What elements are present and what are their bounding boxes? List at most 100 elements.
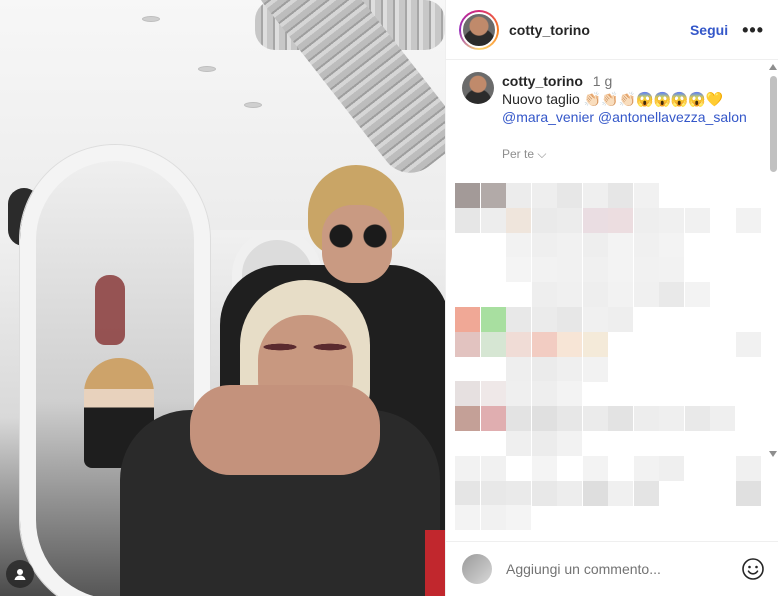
mention-link[interactable]: @antonellavezza_salon: [598, 109, 747, 125]
pixel-block: [684, 282, 710, 308]
pixel-block: [506, 307, 531, 332]
ceiling-light: [198, 66, 216, 72]
pixel-block: [582, 406, 608, 432]
pixel-block: [455, 505, 480, 531]
follow-button[interactable]: Segui: [690, 22, 728, 38]
pixel-block: [684, 406, 710, 432]
pixel-block: [557, 431, 582, 456]
pixel-block: [582, 232, 608, 258]
pixel-block: [531, 431, 557, 456]
pixel-block: [735, 331, 761, 357]
pixel-block: [633, 257, 659, 283]
pixel-block: [531, 232, 557, 258]
more-options-icon[interactable]: •••: [742, 21, 764, 39]
pixel-block: [480, 183, 506, 208]
pixel-block: [506, 331, 531, 357]
user-avatar: [462, 554, 492, 584]
client-figure: [120, 280, 440, 596]
pixel-block: [531, 257, 557, 283]
pixel-block: [633, 207, 659, 233]
pixel-block: [582, 356, 608, 382]
caption-avatar[interactable]: [462, 72, 494, 104]
pixel-block: [506, 207, 531, 233]
comments-section: cotty_torino 1 g Nuovo taglio 👏🏻👏🏻👏🏻😱😱😱😱…: [446, 61, 778, 551]
scroll-up-arrow-icon[interactable]: [769, 64, 777, 70]
pixel-block: [455, 480, 480, 506]
author-username[interactable]: cotty_torino: [509, 22, 590, 38]
pixel-block: [735, 480, 761, 506]
pixel-block: [531, 282, 557, 308]
pixel-block: [608, 257, 633, 283]
pixel-block: [506, 431, 531, 456]
pixel-block: [608, 183, 633, 208]
pixel-block: [455, 406, 480, 432]
post-photo[interactable]: [0, 0, 445, 596]
pixel-block: [659, 455, 684, 481]
scrollbar-thumb[interactable]: [770, 76, 777, 172]
pixel-block: [531, 406, 557, 432]
pixel-block: [557, 356, 582, 382]
pixel-block: [455, 207, 480, 233]
comment-composer: [446, 541, 778, 596]
pixel-block: [531, 331, 557, 357]
pixel-block: [659, 232, 684, 258]
pixel-block: [480, 406, 506, 432]
pixel-block: [506, 183, 531, 208]
pixel-block: [455, 183, 480, 208]
pixel-block: [455, 331, 480, 357]
mention-link[interactable]: @mara_venier: [502, 109, 594, 125]
see-translation-link[interactable]: Per te ⌵: [502, 147, 546, 162]
pixel-block: [480, 505, 506, 531]
pixel-block: [608, 282, 633, 308]
pixel-block: [480, 207, 506, 233]
pixel-block: [557, 331, 582, 357]
pixel-block: [557, 406, 582, 432]
red-chair: [425, 530, 445, 596]
caption-text: Nuovo taglio 👏🏻👏🏻👏🏻😱😱😱😱💛: [502, 91, 724, 107]
comment-input[interactable]: [506, 561, 741, 577]
emoji-icon[interactable]: [741, 557, 765, 581]
author-avatar[interactable]: [459, 9, 499, 50]
pixel-block: [582, 183, 608, 208]
pixel-block: [633, 232, 659, 258]
pixel-block: [582, 455, 608, 481]
pixel-block: [506, 480, 531, 506]
pixel-block: [557, 381, 582, 407]
ceiling-light: [244, 102, 262, 108]
pixel-block: [531, 356, 557, 382]
caption: cotty_torino 1 g Nuovo taglio 👏🏻👏🏻👏🏻😱😱😱😱…: [446, 61, 778, 126]
pixel-block: [608, 232, 633, 258]
caption-username[interactable]: cotty_torino: [502, 73, 583, 89]
pixel-block: [659, 257, 684, 283]
pixel-block: [531, 480, 557, 506]
pixel-block: [710, 406, 735, 432]
pixel-block: [557, 480, 582, 506]
pixel-block: [531, 207, 557, 233]
pixel-block: [455, 381, 480, 407]
pixel-block: [659, 207, 684, 233]
pixel-block: [608, 307, 633, 332]
pixel-block: [531, 307, 557, 332]
pixel-block: [557, 307, 582, 332]
caption-timestamp: 1 g: [592, 73, 613, 89]
person-icon: [14, 569, 26, 580]
tagged-users-button[interactable]: [6, 560, 34, 588]
pixel-block: [557, 232, 582, 258]
pixel-block: [735, 455, 761, 481]
pixel-block: [557, 207, 582, 233]
pixel-block: [531, 381, 557, 407]
pixel-block: [506, 406, 531, 432]
pixel-block: [582, 307, 608, 332]
pixel-block: [735, 207, 761, 233]
pixel-block: [557, 257, 582, 283]
scroll-down-arrow-icon[interactable]: [769, 451, 777, 457]
pixel-block: [455, 455, 480, 481]
pixel-block: [608, 406, 633, 432]
pixel-block: [633, 406, 659, 432]
pixel-block: [480, 455, 506, 481]
pixel-block: [506, 232, 531, 258]
pixel-block: [506, 381, 531, 407]
pixel-block: [633, 183, 659, 208]
pixel-block: [582, 480, 608, 506]
pixel-block: [557, 282, 582, 308]
